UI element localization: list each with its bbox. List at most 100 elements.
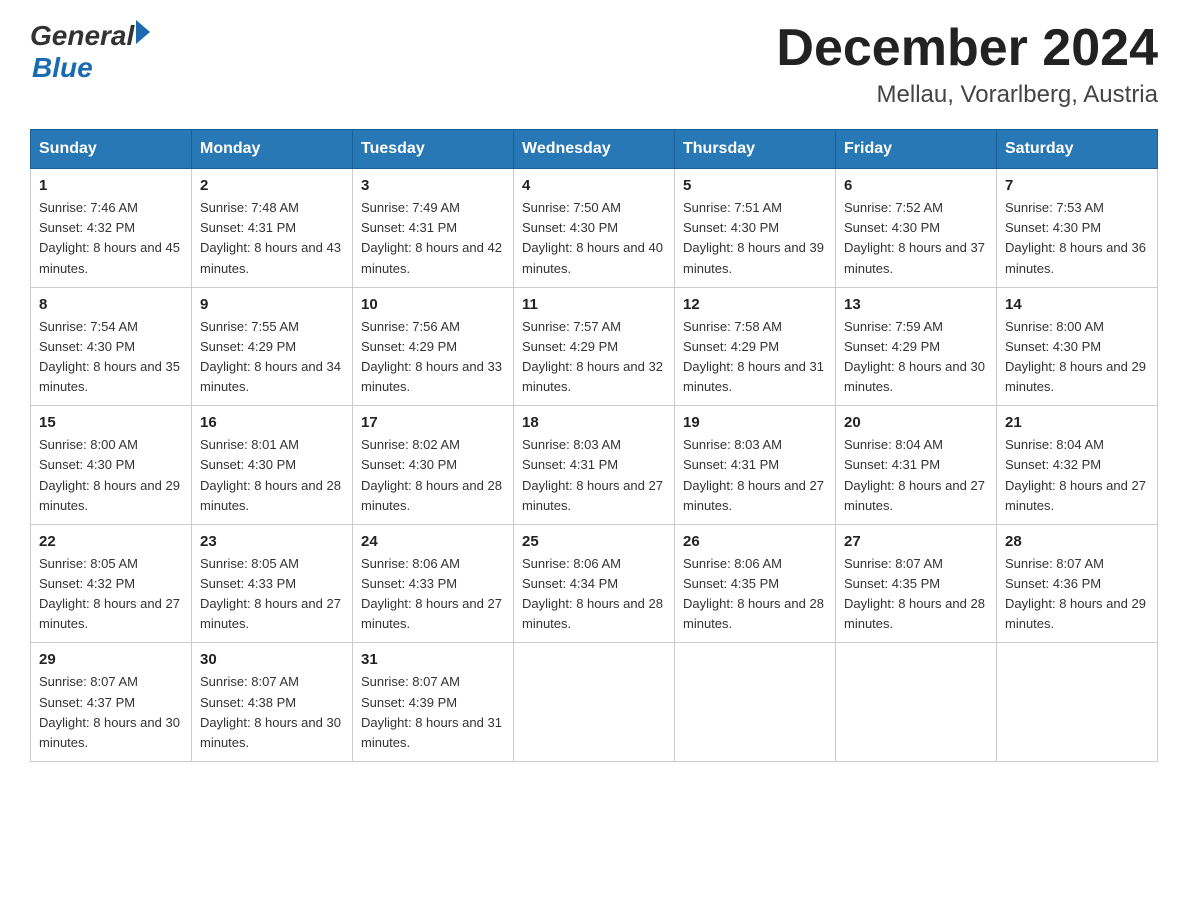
calendar-cell: 29 Sunrise: 8:07 AMSunset: 4:37 PMDayligh… <box>31 643 192 762</box>
day-info: Sunrise: 8:06 AMSunset: 4:34 PMDaylight:… <box>522 554 666 635</box>
calendar-cell: 27 Sunrise: 8:07 AMSunset: 4:35 PMDayligh… <box>836 524 997 643</box>
weekday-header-saturday: Saturday <box>997 130 1158 169</box>
calendar-table: SundayMondayTuesdayWednesdayThursdayFrid… <box>30 129 1158 762</box>
day-number: 29 <box>39 651 183 668</box>
day-number: 7 <box>1005 177 1149 194</box>
day-info: Sunrise: 8:03 AMSunset: 4:31 PMDaylight:… <box>522 435 666 516</box>
calendar-cell: 25 Sunrise: 8:06 AMSunset: 4:34 PMDayligh… <box>514 524 675 643</box>
calendar-cell: 20Sunrise: 8:04 AMSunset: 4:31 PMDayligh… <box>836 406 997 525</box>
day-info: Sunrise: 8:07 AMSunset: 4:38 PMDaylight:… <box>200 672 344 753</box>
calendar-cell: 28Sunrise: 8:07 AMSunset: 4:36 PMDayligh… <box>997 524 1158 643</box>
calendar-cell: 6Sunrise: 7:52 AMSunset: 4:30 PMDaylight… <box>836 169 997 288</box>
calendar-cell: 21 Sunrise: 8:04 AMSunset: 4:32 PMDayligh… <box>997 406 1158 525</box>
calendar-cell: 10 Sunrise: 7:56 AMSunset: 4:29 PMDayligh… <box>353 287 514 406</box>
calendar-cell: 1 Sunrise: 7:46 AMSunset: 4:32 PMDaylight… <box>31 169 192 288</box>
day-number: 8 <box>39 296 183 313</box>
day-number: 15 <box>39 414 183 431</box>
day-number: 6 <box>844 177 988 194</box>
day-info: Sunrise: 8:00 AMSunset: 4:30 PMDaylight:… <box>39 435 183 516</box>
day-number: 1 <box>39 177 183 194</box>
day-number: 2 <box>200 177 344 194</box>
calendar-cell: 7 Sunrise: 7:53 AMSunset: 4:30 PMDaylight… <box>997 169 1158 288</box>
day-info: Sunrise: 7:54 AMSunset: 4:30 PMDaylight:… <box>39 317 183 398</box>
calendar-cell: 11Sunrise: 7:57 AMSunset: 4:29 PMDayligh… <box>514 287 675 406</box>
day-info: Sunrise: 8:02 AMSunset: 4:30 PMDaylight:… <box>361 435 505 516</box>
calendar-cell <box>675 643 836 762</box>
day-number: 22 <box>39 533 183 550</box>
calendar-cell: 24 Sunrise: 8:06 AMSunset: 4:33 PMDayligh… <box>353 524 514 643</box>
day-number: 3 <box>361 177 505 194</box>
day-info: Sunrise: 7:46 AMSunset: 4:32 PMDaylight:… <box>39 198 183 279</box>
day-number: 4 <box>522 177 666 194</box>
calendar-cell: 30 Sunrise: 8:07 AMSunset: 4:38 PMDayligh… <box>192 643 353 762</box>
weekday-header-monday: Monday <box>192 130 353 169</box>
day-number: 16 <box>200 414 344 431</box>
day-number: 11 <box>522 296 666 313</box>
day-number: 21 <box>1005 414 1149 431</box>
day-info: Sunrise: 7:58 AMSunset: 4:29 PMDaylight:… <box>683 317 827 398</box>
day-info: Sunrise: 8:07 AMSunset: 4:39 PMDaylight:… <box>361 672 505 753</box>
calendar-cell: 23 Sunrise: 8:05 AMSunset: 4:33 PMDayligh… <box>192 524 353 643</box>
day-number: 25 <box>522 533 666 550</box>
day-info: Sunrise: 8:07 AMSunset: 4:37 PMDaylight:… <box>39 672 183 753</box>
calendar-cell: 8 Sunrise: 7:54 AMSunset: 4:30 PMDaylight… <box>31 287 192 406</box>
weekday-header-thursday: Thursday <box>675 130 836 169</box>
day-info: Sunrise: 8:01 AMSunset: 4:30 PMDaylight:… <box>200 435 344 516</box>
day-number: 30 <box>200 651 344 668</box>
calendar-cell: 12 Sunrise: 7:58 AMSunset: 4:29 PMDayligh… <box>675 287 836 406</box>
calendar-cell: 2 Sunrise: 7:48 AMSunset: 4:31 PMDaylight… <box>192 169 353 288</box>
day-number: 27 <box>844 533 988 550</box>
day-number: 24 <box>361 533 505 550</box>
day-number: 31 <box>361 651 505 668</box>
calendar-cell <box>514 643 675 762</box>
logo-general-text: General <box>30 20 134 52</box>
weekday-header-wednesday: Wednesday <box>514 130 675 169</box>
calendar-cell: 13Sunrise: 7:59 AMSunset: 4:29 PMDayligh… <box>836 287 997 406</box>
day-number: 26 <box>683 533 827 550</box>
logo-arrow-icon <box>136 20 150 44</box>
day-info: Sunrise: 7:59 AMSunset: 4:29 PMDaylight:… <box>844 317 988 398</box>
calendar-cell: 16 Sunrise: 8:01 AMSunset: 4:30 PMDayligh… <box>192 406 353 525</box>
calendar-cell: 18 Sunrise: 8:03 AMSunset: 4:31 PMDayligh… <box>514 406 675 525</box>
day-info: Sunrise: 8:04 AMSunset: 4:32 PMDaylight:… <box>1005 435 1149 516</box>
calendar-cell <box>997 643 1158 762</box>
day-number: 23 <box>200 533 344 550</box>
day-info: Sunrise: 8:03 AMSunset: 4:31 PMDaylight:… <box>683 435 827 516</box>
day-info: Sunrise: 8:06 AMSunset: 4:33 PMDaylight:… <box>361 554 505 635</box>
page-header: General Blue December 2024 Mellau, Vorar… <box>30 20 1158 109</box>
calendar-cell: 9 Sunrise: 7:55 AMSunset: 4:29 PMDaylight… <box>192 287 353 406</box>
day-number: 18 <box>522 414 666 431</box>
calendar-cell: 14 Sunrise: 8:00 AMSunset: 4:30 PMDayligh… <box>997 287 1158 406</box>
logo: General Blue <box>30 20 150 84</box>
calendar-cell: 19 Sunrise: 8:03 AMSunset: 4:31 PMDayligh… <box>675 406 836 525</box>
day-number: 19 <box>683 414 827 431</box>
day-info: Sunrise: 7:55 AMSunset: 4:29 PMDaylight:… <box>200 317 344 398</box>
day-number: 5 <box>683 177 827 194</box>
weekday-header-friday: Friday <box>836 130 997 169</box>
day-number: 14 <box>1005 296 1149 313</box>
title-block: December 2024 Mellau, Vorarlberg, Austri… <box>776 20 1158 109</box>
day-number: 9 <box>200 296 344 313</box>
day-info: Sunrise: 8:07 AMSunset: 4:35 PMDaylight:… <box>844 554 988 635</box>
calendar-cell: 22Sunrise: 8:05 AMSunset: 4:32 PMDayligh… <box>31 524 192 643</box>
calendar-cell: 15 Sunrise: 8:00 AMSunset: 4:30 PMDayligh… <box>31 406 192 525</box>
month-title: December 2024 <box>776 20 1158 77</box>
day-info: Sunrise: 8:05 AMSunset: 4:33 PMDaylight:… <box>200 554 344 635</box>
day-info: Sunrise: 7:48 AMSunset: 4:31 PMDaylight:… <box>200 198 344 279</box>
day-number: 10 <box>361 296 505 313</box>
calendar-cell: 3Sunrise: 7:49 AMSunset: 4:31 PMDaylight… <box>353 169 514 288</box>
weekday-header-tuesday: Tuesday <box>353 130 514 169</box>
day-info: Sunrise: 7:50 AMSunset: 4:30 PMDaylight:… <box>522 198 666 279</box>
calendar-cell: 4 Sunrise: 7:50 AMSunset: 4:30 PMDaylight… <box>514 169 675 288</box>
day-number: 12 <box>683 296 827 313</box>
calendar-cell: 17 Sunrise: 8:02 AMSunset: 4:30 PMDayligh… <box>353 406 514 525</box>
day-info: Sunrise: 8:00 AMSunset: 4:30 PMDaylight:… <box>1005 317 1149 398</box>
day-info: Sunrise: 8:04 AMSunset: 4:31 PMDaylight:… <box>844 435 988 516</box>
weekday-header-sunday: Sunday <box>31 130 192 169</box>
calendar-cell: 5Sunrise: 7:51 AMSunset: 4:30 PMDaylight… <box>675 169 836 288</box>
day-info: Sunrise: 7:53 AMSunset: 4:30 PMDaylight:… <box>1005 198 1149 279</box>
day-number: 28 <box>1005 533 1149 550</box>
day-number: 17 <box>361 414 505 431</box>
day-info: Sunrise: 7:56 AMSunset: 4:29 PMDaylight:… <box>361 317 505 398</box>
calendar-cell: 31 Sunrise: 8:07 AMSunset: 4:39 PMDayligh… <box>353 643 514 762</box>
